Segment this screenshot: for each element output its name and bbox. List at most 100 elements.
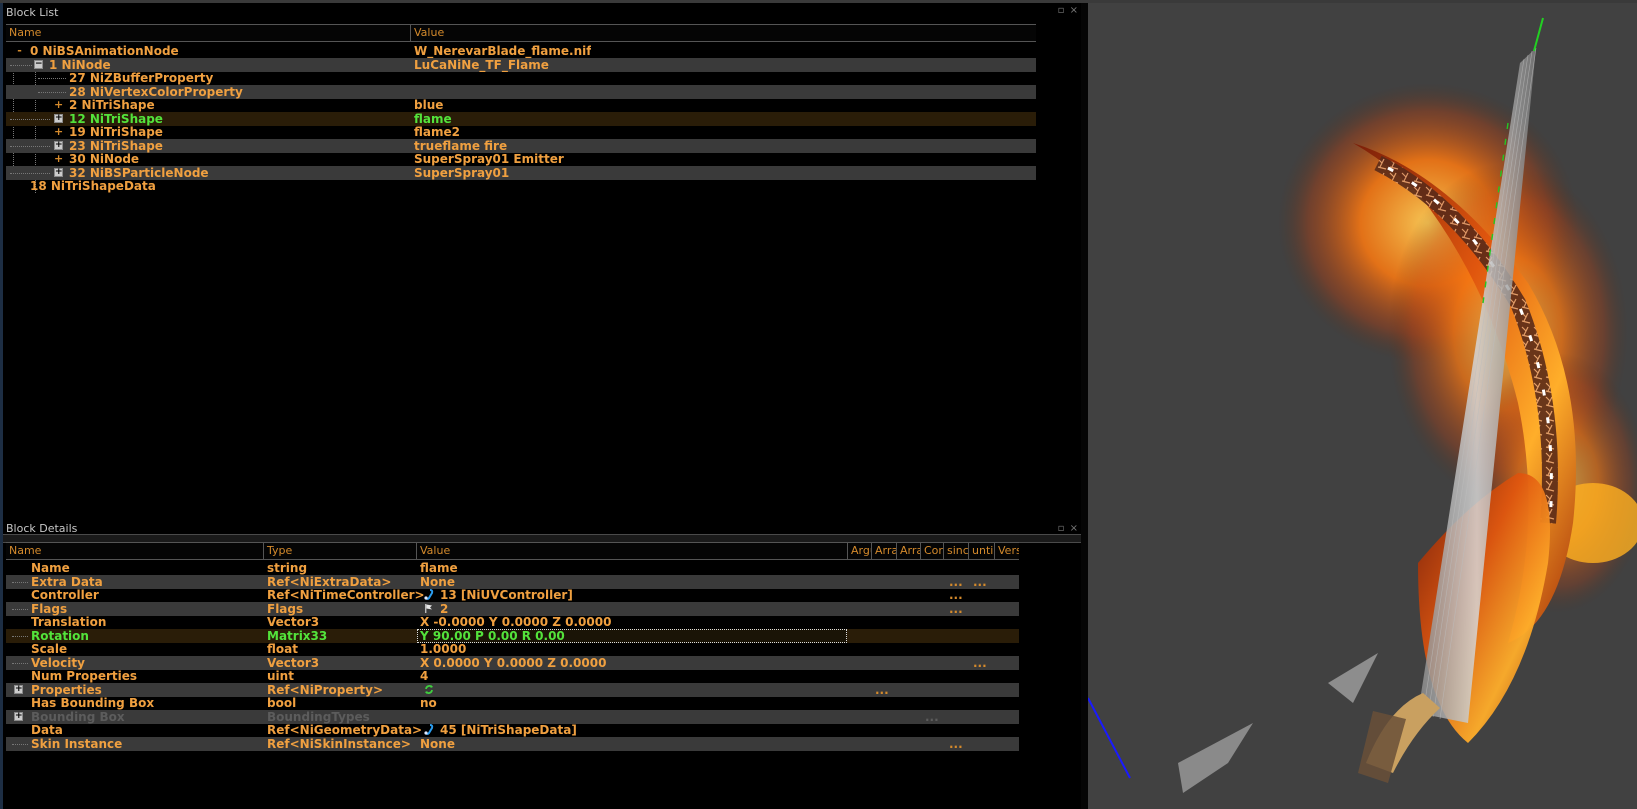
column-cond-header[interactable]: Cor <box>920 543 943 559</box>
tree-row-value: SuperSpray01 Emitter <box>414 152 564 166</box>
expand-toggle[interactable]: + <box>14 712 23 721</box>
tree-row-1[interactable]: − 1 NiNode LuCaNiNe_TF_Flame <box>6 58 1036 72</box>
detail-row-flags[interactable]: Flags Flags 2 ... <box>6 602 1019 616</box>
expand-toggle[interactable]: + <box>54 141 63 150</box>
flag-icon[interactable] <box>424 603 434 614</box>
detail-type: Ref<NiProperty> <box>267 683 384 697</box>
refresh-icon[interactable] <box>424 684 434 695</box>
tree-row-5-selected[interactable]: + 12 NiTriShape flame <box>6 112 1036 126</box>
detail-row-has-bounding-box[interactable]: Has Bounding Box bool no <box>6 696 1019 710</box>
block-details-panel: Block Details ▫ × Name Type Value Argu A… <box>3 522 1081 809</box>
link-icon[interactable] <box>424 724 434 735</box>
column-value-header[interactable]: Value <box>410 25 1036 41</box>
detail-name: Data <box>31 723 63 737</box>
column-value-header[interactable]: Value <box>416 543 847 559</box>
column-since-header[interactable]: sinc <box>943 543 968 559</box>
collapse-toggle[interactable]: - <box>15 44 24 57</box>
detail-row-translation[interactable]: Translation Vector3 X -0.0000 Y 0.0000 Z… <box>6 615 1019 629</box>
expand-toggle[interactable]: + <box>14 685 23 694</box>
detail-row-rotation-selected[interactable]: Rotation Matrix33 Y 90.00 P 0.00 R 0.00 <box>6 629 1019 643</box>
viewport-border <box>1081 3 1088 809</box>
tree-row-name: 23 NiTriShape <box>69 139 163 153</box>
detail-row-num-properties[interactable]: Num Properties uint 4 <box>6 669 1019 683</box>
flame-sword-render <box>1088 17 1637 793</box>
detail-row-velocity[interactable]: Velocity Vector3 X 0.0000 Y 0.0000 Z 0.0… <box>6 656 1019 670</box>
expand-toggle[interactable]: + <box>54 114 63 123</box>
detail-value-wrap[interactable] <box>424 683 440 697</box>
detail-type: bool <box>267 696 297 710</box>
tree-row-3[interactable]: 28 NiVertexColorProperty <box>6 85 1036 99</box>
detail-value[interactable]: None <box>420 737 455 751</box>
tree-row-4[interactable]: + 2 NiTriShape blue <box>6 98 1036 112</box>
until-ellipsis: ... <box>973 575 987 589</box>
tree-row-8[interactable]: + 30 NiNode SuperSpray01 Emitter <box>6 152 1036 166</box>
detail-value[interactable]: Y 90.00 P 0.00 R 0.00 <box>420 629 565 643</box>
block-list-title: Block List <box>6 6 59 19</box>
tree-row-value: SuperSpray01 <box>414 166 510 180</box>
since-ellipsis: ... <box>949 602 963 616</box>
axis-y-line <box>1533 17 1544 52</box>
block-details-dock-buttons[interactable]: ▫ × <box>1058 523 1079 534</box>
detail-value[interactable]: None <box>420 575 455 589</box>
column-version-header[interactable]: Vers <box>994 543 1019 559</box>
tree-row-name: 18 NiTriShapeData <box>30 179 156 193</box>
block-list-dock-buttons[interactable]: ▫ × <box>1058 5 1079 16</box>
detail-value-wrap[interactable]: 45 [NiTriShapeData] <box>424 723 577 737</box>
detail-value[interactable]: flame <box>420 561 458 575</box>
detail-value[interactable]: X 0.0000 Y 0.0000 Z 0.0000 <box>420 656 606 670</box>
column-array2-header[interactable]: Arra <box>896 543 920 559</box>
detail-value[interactable]: X -0.0000 Y 0.0000 Z 0.0000 <box>420 615 611 629</box>
detail-value[interactable]: no <box>420 696 437 710</box>
tree-row-6[interactable]: + 19 NiTriShape flame2 <box>6 125 1036 139</box>
detail-type: Ref<NiExtraData> <box>267 575 392 589</box>
detail-value[interactable]: 1.0000 <box>420 642 466 656</box>
tree-row-name: 1 NiNode <box>49 58 111 72</box>
detail-value-wrap[interactable]: 13 [NiUVController] <box>424 588 573 602</box>
detail-row-controller[interactable]: Controller Ref<NiTimeController> 13 [NiU… <box>6 588 1019 602</box>
tree-row-9[interactable]: + 32 NiBSParticleNode SuperSpray01 <box>6 166 1036 180</box>
column-type-header[interactable]: Type <box>263 543 416 559</box>
since-ellipsis: ... <box>949 588 963 602</box>
detail-type: Matrix33 <box>267 629 328 643</box>
tree-row-name: 0 NiBSAnimationNode <box>30 44 179 58</box>
column-name-header[interactable]: Name <box>6 25 410 41</box>
column-argument-header[interactable]: Argu <box>847 543 871 559</box>
expand-toggle[interactable]: + <box>54 125 63 138</box>
detail-type: Vector3 <box>267 615 320 629</box>
detail-row-extra-data[interactable]: Extra Data Ref<NiExtraData> None ... ... <box>6 575 1019 589</box>
link-icon[interactable] <box>424 589 434 600</box>
detail-name: Properties <box>31 683 102 697</box>
detail-row-name[interactable]: Name string flame <box>6 561 1019 575</box>
tree-row-name: 2 NiTriShape <box>69 98 155 112</box>
expand-toggle[interactable]: + <box>54 98 63 111</box>
detail-row-properties[interactable]: + Properties Ref<NiProperty> ... <box>6 683 1019 697</box>
tree-row-0[interactable]: - 0 NiBSAnimationNode W_NerevarBlade_fla… <box>6 44 1036 58</box>
detail-value-wrap[interactable]: 2 <box>424 602 448 616</box>
column-name-header[interactable]: Name <box>6 543 263 559</box>
detail-row-data[interactable]: Data Ref<NiGeometryData> 45 [NiTriShapeD… <box>6 723 1019 737</box>
render-viewport[interactable] <box>1088 3 1637 809</box>
collapse-toggle[interactable]: − <box>34 60 43 69</box>
tree-connector <box>10 146 50 147</box>
tree-connector <box>12 609 28 610</box>
detail-row-bounding-box[interactable]: + Bounding Box BoundingTypes ... <box>6 710 1019 724</box>
axis-z-line <box>1088 697 1131 779</box>
detail-name: Translation <box>31 615 107 629</box>
detail-row-skin-instance[interactable]: Skin Instance Ref<NiSkinInstance> None .… <box>6 737 1019 751</box>
column-array1-header[interactable]: Arra <box>871 543 896 559</box>
detail-row-scale[interactable]: Scale float 1.0000 <box>6 642 1019 656</box>
expand-toggle[interactable]: + <box>54 168 63 177</box>
tree-row-7[interactable]: + 23 NiTriShape trueflame fire <box>6 139 1036 153</box>
detail-type: Flags <box>267 602 304 616</box>
tree-row-name: 32 NiBSParticleNode <box>69 166 209 180</box>
detail-type: Vector3 <box>267 656 320 670</box>
tree-connector <box>38 92 66 93</box>
detail-value[interactable]: 4 <box>420 669 428 683</box>
tree-row-2[interactable]: 27 NiZBufferProperty <box>6 71 1036 85</box>
detail-name: Velocity <box>31 656 85 670</box>
expand-toggle[interactable]: + <box>54 152 63 165</box>
column-until-header[interactable]: until <box>968 543 994 559</box>
tree-row-10[interactable]: 18 NiTriShapeData <box>6 179 1036 193</box>
tree-row-name: 30 NiNode <box>69 152 140 166</box>
block-details-title: Block Details <box>6 522 78 535</box>
